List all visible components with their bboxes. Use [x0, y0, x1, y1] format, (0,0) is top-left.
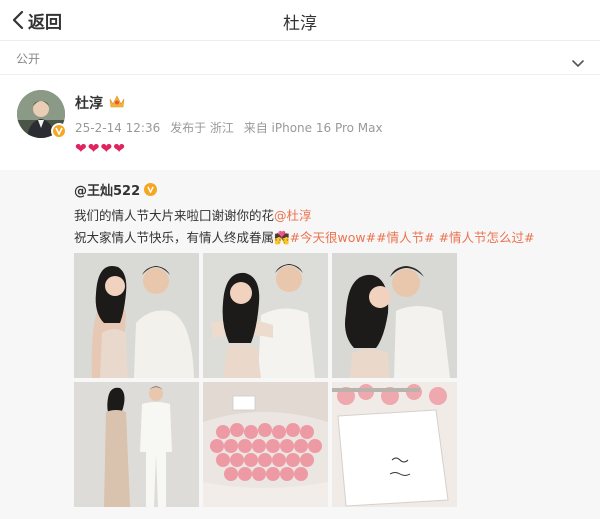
post-content: ❤❤❤❤	[75, 141, 126, 157]
repost-text-line-2: 祝大家情人节快乐，有情人终成眷属💏#今天很wow##情人节# #情人节怎么过#	[74, 227, 535, 246]
verified-badge-icon	[51, 123, 67, 139]
photo-1[interactable]	[74, 253, 199, 378]
repost-text: 我们的情人节大片来啦囗谢谢你的花	[74, 208, 275, 223]
photo-6[interactable]	[332, 382, 457, 507]
repost-text: 祝大家情人节快乐，有情人终成眷属💏	[74, 230, 290, 245]
post-device: 来自 iPhone 16 Pro Max	[243, 121, 383, 135]
post-date: 25-2-14 12:36	[75, 121, 161, 135]
post-meta: 25-2-14 12:36 发布于 浙江 来自 iPhone 16 Pro Ma…	[75, 119, 389, 136]
chevron-down-icon[interactable]	[572, 53, 584, 72]
verified-badge-icon	[144, 183, 158, 196]
visibility-label: 公开	[16, 52, 41, 66]
reposted-content: @王灿522 我们的情人节大片来啦囗谢谢你的花@杜淳 祝大家情人节快乐，有情人终…	[0, 170, 600, 519]
photo-5[interactable]	[203, 382, 328, 507]
hashtag-link[interactable]: #情人节怎么过#	[439, 230, 535, 245]
mention-link[interactable]: @杜淳	[274, 208, 312, 223]
photo-2[interactable]	[203, 253, 328, 378]
original-author[interactable]: @王灿522	[74, 180, 140, 199]
hashtag-link[interactable]: #情人节#	[376, 230, 434, 245]
page-title: 杜淳	[283, 14, 317, 34]
repost-text-line-1: 我们的情人节大片来啦囗谢谢你的花@杜淳	[74, 205, 312, 224]
photo-4[interactable]	[74, 382, 199, 507]
post-location: 发布于 浙江	[170, 121, 234, 135]
top-bar: 返回 杜淳	[0, 0, 600, 41]
author-name-row: 杜淳	[75, 93, 125, 113]
author-name[interactable]: 杜淳	[75, 93, 103, 113]
visibility-row[interactable]: 公开	[0, 41, 600, 75]
author-avatar[interactable]	[17, 90, 67, 139]
crown-icon	[109, 94, 125, 112]
photo-3[interactable]	[332, 253, 457, 378]
hashtag-link[interactable]: #今天很wow#	[290, 230, 377, 245]
original-author-row: @王灿522	[74, 180, 158, 199]
